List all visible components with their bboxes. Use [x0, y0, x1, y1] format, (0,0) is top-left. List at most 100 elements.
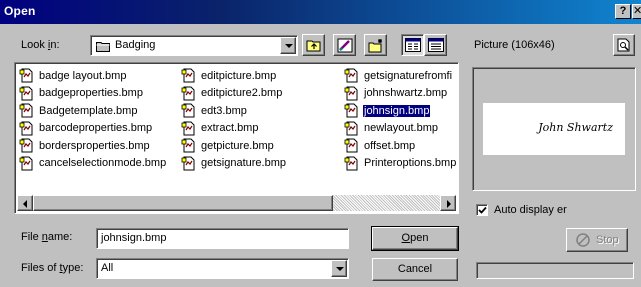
help-button[interactable]: ?: [615, 4, 631, 19]
progress-bar: [476, 262, 634, 279]
file-name: getsignaturefromfi: [364, 69, 453, 82]
details-view-button[interactable]: [424, 34, 447, 56]
stop-button[interactable]: Stop: [566, 228, 628, 252]
file-item[interactable]: badgeproperties.bmp: [19, 85, 167, 103]
lookin-dropdown[interactable]: Badging: [90, 35, 298, 56]
bitmap-file-icon: [181, 103, 195, 118]
list-view-button[interactable]: [401, 34, 424, 56]
file-item[interactable]: Printeroptions.bmp: [344, 155, 457, 173]
file-item[interactable]: johnsign.bmp: [344, 102, 457, 120]
scroll-right-button[interactable]: [440, 195, 456, 211]
auto-display-checkbox[interactable]: [476, 204, 488, 216]
bitmap-file-icon: [181, 68, 195, 83]
print-preview-icon: [617, 38, 630, 52]
file-name: getpicture.bmp: [201, 139, 274, 152]
file-name: badge layout.bmp: [39, 69, 127, 82]
file-name: edt3.bmp: [201, 104, 247, 117]
file-item[interactable]: cancelselectionmode.bmp: [19, 155, 167, 173]
file-item[interactable]: bordersproperties.bmp: [19, 137, 167, 155]
horizontal-scrollbar[interactable]: [17, 195, 456, 211]
up-folder-icon: [306, 40, 321, 52]
bitmap-file-icon: [344, 68, 358, 83]
bitmap-file-icon: [344, 138, 358, 153]
desktop-button[interactable]: [333, 34, 356, 56]
file-item[interactable]: editpicture2.bmp: [181, 85, 287, 103]
auto-display-label: Auto display er: [494, 204, 567, 216]
file-item[interactable]: getpicture.bmp: [181, 137, 287, 155]
bitmap-file-icon: [19, 156, 33, 171]
file-name: johnsign.bmp: [363, 104, 431, 117]
lookin-value: Badging: [115, 39, 156, 51]
list-view-icon: [405, 38, 421, 52]
title-bar: Open ? ✕: [0, 0, 641, 24]
file-column-1: badge layout.bmp badgeproperties.bmp Badge…: [19, 67, 167, 172]
scroll-thumb[interactable]: [33, 195, 333, 211]
file-item[interactable]: offset.bmp: [344, 137, 457, 155]
file-item[interactable]: barcodeproperties.bmp: [19, 120, 167, 138]
file-name: offset.bmp: [364, 139, 416, 152]
file-name: badgeproperties.bmp: [39, 87, 143, 100]
file-item[interactable]: editpicture.bmp: [181, 67, 287, 85]
bitmap-file-icon: [344, 121, 358, 136]
bitmap-file-icon: [181, 138, 195, 153]
filetype-value: All: [101, 262, 114, 274]
file-item[interactable]: newlayout.bmp: [344, 120, 457, 138]
file-name: johnshwartz.bmp: [364, 87, 448, 100]
open-button[interactable]: Open: [371, 226, 459, 251]
filename-label: File name:: [21, 231, 73, 243]
window-title: Open: [4, 4, 36, 18]
checkmark-icon: [478, 206, 487, 214]
file-name: newlayout.bmp: [364, 122, 438, 135]
filename-value: johnsign.bmp: [101, 232, 167, 244]
file-name: barcodeproperties.bmp: [39, 122, 153, 135]
bitmap-file-icon: [344, 86, 358, 101]
preview-button[interactable]: [613, 34, 635, 56]
file-name: editpicture2.bmp: [201, 87, 283, 100]
file-name: cancelselectionmode.bmp: [39, 157, 167, 170]
up-folder-button[interactable]: [302, 34, 325, 56]
signature-text: John Shwartz: [538, 121, 613, 134]
file-list[interactable]: badge layout.bmp badgeproperties.bmp Badge…: [14, 62, 459, 214]
close-button[interactable]: ✕: [632, 4, 641, 19]
file-item[interactable]: johnshwartz.bmp: [344, 85, 457, 103]
bitmap-file-icon: [19, 86, 33, 101]
bitmap-file-icon: [19, 68, 33, 83]
preview-pane: John Shwartz: [472, 67, 636, 191]
lookin-label: Look in:: [21, 39, 60, 51]
filetype-dropdown-button[interactable]: [331, 260, 347, 277]
cancel-button[interactable]: Cancel: [372, 258, 458, 281]
chevron-down-icon: [285, 44, 293, 48]
file-name: extract.bmp: [201, 122, 259, 135]
file-name: editpicture.bmp: [201, 69, 277, 82]
arrow-right-icon: [447, 200, 451, 208]
file-item[interactable]: badge layout.bmp: [19, 67, 167, 85]
file-name: getsignature.bmp: [201, 157, 286, 170]
bitmap-file-icon: [344, 103, 358, 118]
stop-icon: [576, 233, 590, 247]
details-view-icon: [428, 38, 444, 52]
desktop-icon: [337, 38, 353, 53]
bitmap-file-icon: [19, 103, 33, 118]
file-item[interactable]: edt3.bmp: [181, 102, 287, 120]
bitmap-file-icon: [19, 138, 33, 153]
file-item[interactable]: Badgetemplate.bmp: [19, 102, 167, 120]
arrow-left-icon: [23, 200, 27, 208]
file-item[interactable]: extract.bmp: [181, 120, 287, 138]
folder-icon: [96, 42, 110, 52]
preview-image: John Shwartz: [483, 103, 625, 155]
file-name: bordersproperties.bmp: [39, 139, 150, 152]
scroll-left-button[interactable]: [17, 195, 33, 211]
stop-label: Stop: [596, 234, 619, 246]
file-column-2: editpicture.bmp editpicture2.bmp edt3.bmp e…: [181, 67, 287, 172]
bitmap-file-icon: [19, 121, 33, 136]
file-item[interactable]: getsignaturefromfi: [344, 67, 457, 85]
lookin-dropdown-button[interactable]: [280, 37, 296, 54]
bitmap-file-icon: [181, 156, 195, 171]
filetype-dropdown[interactable]: All: [96, 258, 349, 279]
file-item[interactable]: getsignature.bmp: [181, 155, 287, 173]
filename-input[interactable]: johnsign.bmp: [96, 228, 349, 249]
filetype-label: Files of type:: [21, 262, 84, 274]
bitmap-file-icon: [344, 156, 358, 171]
new-folder-button[interactable]: [364, 34, 387, 56]
file-name: Printeroptions.bmp: [364, 157, 457, 170]
